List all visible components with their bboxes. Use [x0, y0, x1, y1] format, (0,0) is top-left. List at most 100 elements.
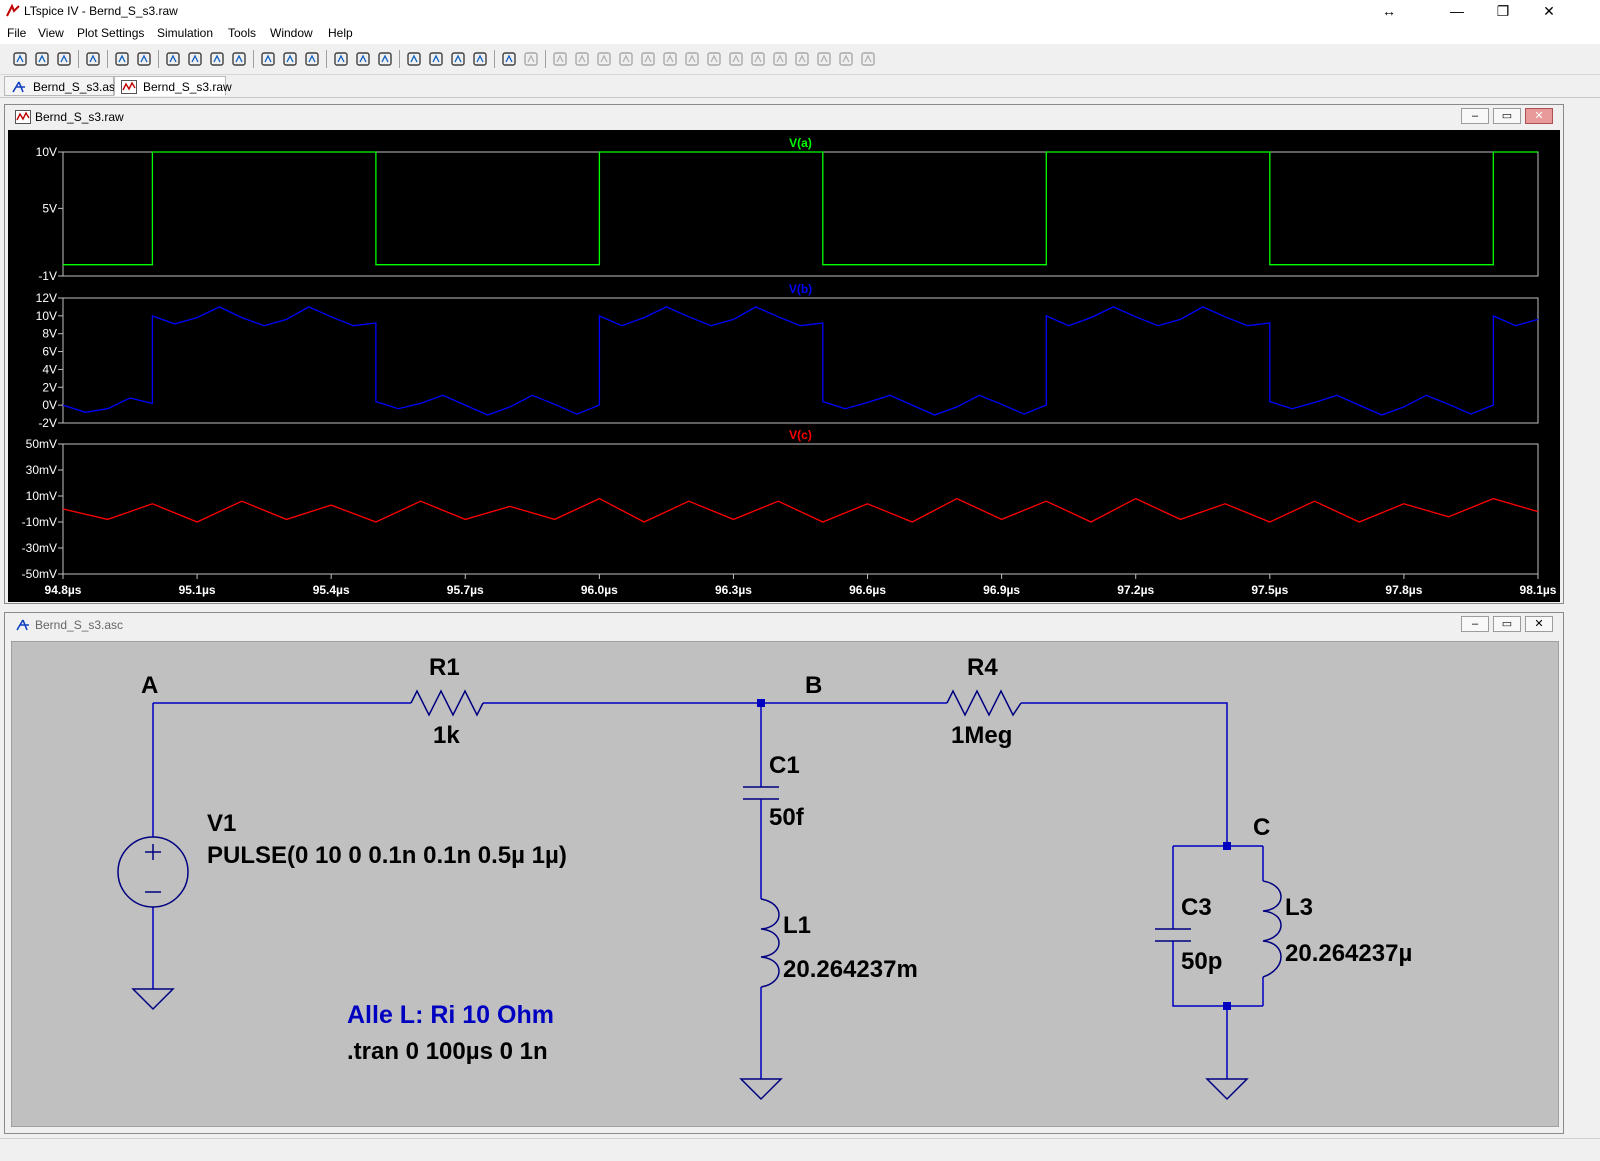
l3-value[interactable]: 20.264237µ [1285, 940, 1412, 967]
toolbar-separator [326, 50, 327, 68]
r4-value[interactable]: 1Meg [951, 722, 1012, 749]
x-tick-label: 96.6µs [849, 583, 886, 597]
drag-icon[interactable] [726, 49, 746, 69]
copy-icon[interactable] [404, 49, 424, 69]
net-label-c[interactable]: C [1253, 814, 1270, 841]
diode-icon[interactable] [660, 49, 680, 69]
y-tick-label: -1V [38, 269, 57, 283]
l3-name[interactable]: L3 [1285, 894, 1313, 921]
autorange-icon[interactable] [258, 49, 278, 69]
tab-waveform[interactable]: Bernd_S_s3.raw [114, 76, 232, 96]
document-tabs: Bernd_S_s3.asc Bernd_S_s3.raw [0, 75, 1600, 98]
menu-help[interactable]: Help [328, 26, 353, 40]
junction-dot [1223, 1002, 1231, 1010]
resize-icon[interactable]: ↔ [1366, 0, 1412, 24]
measure-icon[interactable] [280, 49, 300, 69]
text-icon[interactable] [836, 49, 856, 69]
y-tick-label: -30mV [22, 541, 57, 555]
cut-icon[interactable] [375, 49, 395, 69]
waveform-minimize-button[interactable]: – [1461, 108, 1489, 124]
waveform-plot[interactable]: V(a) 10V 5V -1V V(b) 12V 10V 8V 6V 4V 2V 0V -2V V(c) 5… [8, 130, 1560, 602]
schematic-maximize-button[interactable]: ▭ [1493, 616, 1521, 632]
zoom-out-icon[interactable] [207, 49, 227, 69]
schematic-minimize-button[interactable]: – [1461, 616, 1489, 632]
minimize-button[interactable]: — [1434, 0, 1480, 24]
inductor-icon[interactable] [638, 49, 658, 69]
print-preview-icon[interactable] [470, 49, 490, 69]
x-tick-label: 95.4µs [313, 583, 350, 597]
waveform-close-button[interactable]: ✕ [1525, 108, 1553, 124]
print-icon[interactable] [499, 49, 519, 69]
wire-icon[interactable] [521, 49, 541, 69]
cascade-icon[interactable] [331, 49, 351, 69]
r1-value[interactable]: 1k [433, 722, 460, 749]
x-tick-label: 95.7µs [447, 583, 484, 597]
v1-name[interactable]: V1 [207, 810, 236, 837]
run-icon[interactable] [112, 49, 132, 69]
tab-schematic[interactable]: Bernd_S_s3.asc [4, 76, 121, 96]
l1-name[interactable]: L1 [783, 912, 811, 939]
undo-icon[interactable] [748, 49, 768, 69]
schematic-canvas[interactable]: A B C R1 1k R4 1Meg C1 50f L1 20.264237m… [11, 641, 1559, 1127]
v1-value[interactable]: PULSE(0 10 0 0.1n 0.1n 0.5µ 1µ) [207, 842, 567, 869]
mirror-icon[interactable] [814, 49, 834, 69]
capacitor-icon[interactable] [616, 49, 636, 69]
redo-icon[interactable] [770, 49, 790, 69]
restore-button[interactable]: ❐ [1480, 0, 1526, 24]
new-schematic-icon[interactable] [10, 49, 30, 69]
l1-value[interactable]: 20.264237m [783, 956, 918, 983]
net-label-a[interactable]: A [141, 672, 158, 699]
tile-horizontal-icon[interactable] [302, 49, 322, 69]
r1-name[interactable]: R1 [429, 654, 460, 681]
find-icon[interactable] [448, 49, 468, 69]
zoom-area-icon[interactable] [185, 49, 205, 69]
c3-name[interactable]: C3 [1181, 894, 1212, 921]
menu-view[interactable]: View [38, 26, 64, 40]
toolbar-separator [494, 50, 495, 68]
schematic-close-button[interactable]: ✕ [1525, 616, 1553, 632]
toolbar-separator [78, 50, 79, 68]
menu-window[interactable]: Window [270, 26, 313, 40]
move-icon[interactable] [704, 49, 724, 69]
ground-icon[interactable] [550, 49, 570, 69]
window-title: LTspice IV - Bernd_S_s3.raw [24, 4, 178, 18]
net-label-b[interactable]: B [805, 672, 822, 699]
save-icon[interactable] [54, 49, 74, 69]
x-tick-label: 96.3µs [715, 583, 752, 597]
menu-simulation[interactable]: Simulation [157, 26, 213, 40]
c3-value[interactable]: 50p [1181, 948, 1222, 975]
y-tick-label: 10V [36, 145, 57, 159]
waveform-icon [121, 80, 137, 94]
y-tick-label: 2V [42, 380, 57, 394]
c1-value[interactable]: 50f [769, 804, 805, 831]
waveform-window: Bernd_S_s3.raw – ▭ ✕ V(a) 10V 5V -1V V(b) 12V… [4, 104, 1564, 604]
spice-directive[interactable]: .tran 0 100µs 0 1n [347, 1038, 548, 1065]
c1-name[interactable]: C1 [769, 752, 800, 779]
resistor-icon[interactable] [594, 49, 614, 69]
schematic-comment[interactable]: Alle L: Ri 10 Ohm [347, 1001, 554, 1029]
label-icon[interactable] [572, 49, 592, 69]
tile-vertical-icon[interactable] [353, 49, 373, 69]
menu-tools[interactable]: Tools [228, 26, 256, 40]
menu-file[interactable]: File [7, 26, 26, 40]
open-icon[interactable] [32, 49, 52, 69]
zoom-cancel-icon[interactable] [229, 49, 249, 69]
menu-plot-settings[interactable]: Plot Settings [77, 26, 144, 40]
component-icon[interactable] [682, 49, 702, 69]
paste-icon[interactable] [426, 49, 446, 69]
tab-label: Bernd_S_s3.asc [33, 80, 122, 94]
r4-name[interactable]: R4 [967, 654, 998, 681]
spice-directive-icon[interactable] [858, 49, 878, 69]
status-bar [0, 1138, 1600, 1161]
close-button[interactable]: ✕ [1526, 0, 1572, 24]
y-tick-label: 6V [42, 345, 57, 359]
zoom-in-icon[interactable] [163, 49, 183, 69]
halt-icon[interactable] [134, 49, 154, 69]
control-panel-icon[interactable] [83, 49, 103, 69]
x-tick-label: 96.0µs [581, 583, 618, 597]
rotate-icon[interactable] [792, 49, 812, 69]
waveform-maximize-button[interactable]: ▭ [1493, 108, 1521, 124]
schematic-icon [16, 619, 29, 631]
waveform-icon [15, 110, 31, 124]
trace-label: V(b) [789, 282, 812, 296]
